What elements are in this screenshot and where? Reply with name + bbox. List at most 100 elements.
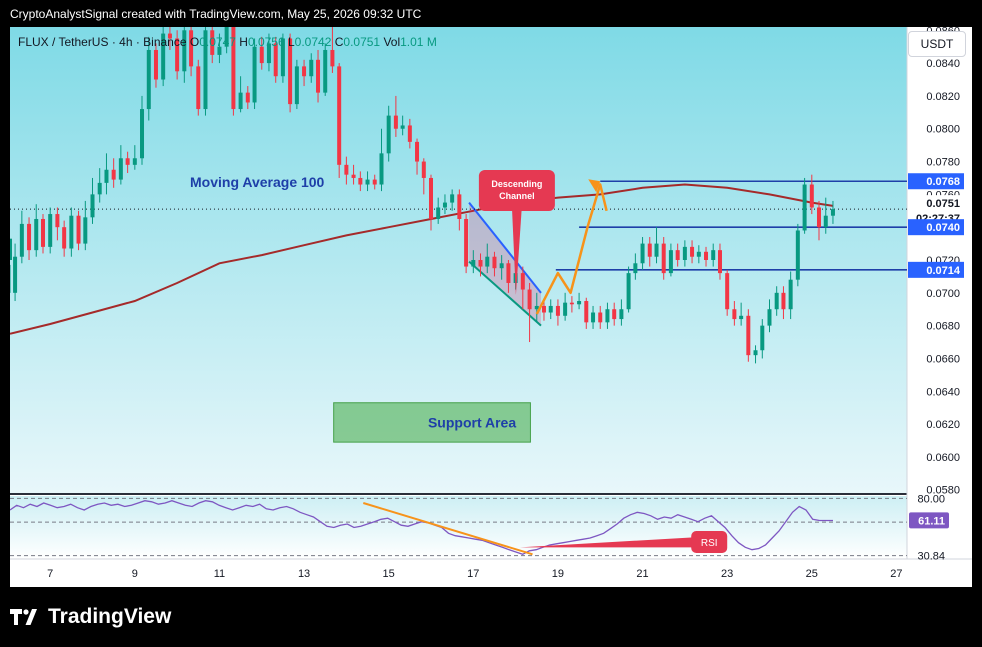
legend-open-value: 0.0747 (199, 35, 236, 49)
chart-canvas[interactable]: Support Area Moving Average 100 RSI 0.08… (10, 27, 972, 587)
candle-body (153, 49, 158, 80)
legend: FLUX / TetherUS · 4h · Binance O0.0747 H… (18, 35, 437, 49)
candle-body (407, 125, 412, 142)
candle-body (647, 243, 652, 257)
candle-body (457, 194, 462, 219)
price-tick-label: 0.0700 (926, 288, 960, 300)
candle-body (337, 66, 342, 165)
candle-body (351, 174, 356, 178)
candle-body (696, 251, 701, 257)
candle-body (767, 309, 772, 326)
time-tick-label: 9 (132, 568, 138, 580)
candle-body (104, 169, 109, 183)
channel-callout-line1: Descending (491, 179, 542, 189)
candle-body (76, 215, 81, 244)
candle-body (661, 243, 666, 274)
candle-body (69, 215, 74, 249)
candle-body (132, 158, 137, 165)
candle-body (62, 227, 67, 249)
candle-body (816, 207, 821, 228)
legend-low-value: 0.0742 (294, 35, 332, 49)
candle-body (358, 177, 363, 185)
price-tag-label: 0.0768 (926, 176, 960, 188)
header-attribution: CryptoAnalystSignal created with Trading… (10, 7, 422, 21)
chart-frame: Support Area Moving Average 100 RSI 0.08… (10, 27, 972, 587)
price-tick-label: 0.0820 (926, 91, 960, 103)
candle-body (415, 141, 420, 162)
candle-body (386, 115, 391, 154)
candle-body (365, 179, 370, 185)
time-tick-label: 27 (890, 568, 902, 580)
candle-body (450, 194, 455, 203)
candle-body (471, 260, 476, 267)
candle-body (492, 256, 497, 269)
candle-body (436, 207, 441, 219)
price-tag-label: 0.0740 (926, 222, 960, 234)
legend-low-label: L (287, 35, 295, 49)
candle-body (309, 59, 314, 77)
candle-body (626, 273, 631, 310)
time-axis-background (10, 559, 972, 587)
candle-body (591, 312, 596, 323)
candle-body (379, 153, 384, 185)
candle-body (499, 263, 504, 269)
candle-body (527, 289, 532, 310)
candle-body (795, 230, 800, 280)
candle-body (739, 315, 744, 320)
candle-body (118, 158, 123, 180)
legend-volume-label: Vol (383, 35, 401, 49)
candle-body (323, 49, 328, 93)
candle-body (690, 246, 695, 257)
candle-body (393, 115, 398, 129)
candle-body (809, 184, 814, 208)
candle-body (252, 46, 257, 103)
candle-body (577, 301, 582, 305)
candle-body (294, 66, 299, 105)
candle-body (548, 305, 553, 313)
candle-body (19, 223, 24, 257)
candle-body (428, 177, 433, 219)
candle-body (245, 92, 250, 103)
candle-body (238, 92, 243, 110)
candle-body (555, 305, 560, 316)
candle-body (330, 49, 335, 67)
time-tick-label: 17 (467, 568, 479, 580)
candle-body (619, 309, 624, 320)
price-tick-label: 0.0660 (926, 353, 960, 365)
candle-body (140, 109, 145, 159)
price-tag-label: 0.0714 (926, 265, 961, 277)
candle-body (90, 194, 95, 218)
candle-body (830, 209, 835, 216)
candle-body (97, 182, 102, 195)
time-tick-label: 13 (298, 568, 310, 580)
candle-body (569, 302, 574, 305)
candle-body (372, 179, 377, 185)
candle-body (259, 46, 264, 64)
candle-body (485, 256, 490, 267)
tradingview-logo-text: TradingView (48, 605, 172, 628)
candle-body (146, 49, 151, 110)
time-tick-label: 15 (383, 568, 395, 580)
candle-body (711, 250, 716, 260)
price-tick-label: 0.0600 (926, 452, 960, 464)
price-tick-label: 0.0800 (926, 124, 960, 136)
rsi-callout-label: RSI (701, 538, 718, 549)
price-tick-label: 0.0780 (926, 157, 960, 169)
candle-body (788, 279, 793, 310)
tradingview-logo: TradingView (10, 605, 171, 629)
currency-button[interactable]: USDT (908, 31, 966, 57)
candle-body (302, 66, 307, 77)
time-tick-label: 7 (47, 568, 53, 580)
time-tick-label: 11 (214, 568, 225, 580)
candle-body (682, 246, 687, 260)
candle-body (640, 243, 645, 264)
time-tick-label: 23 (721, 568, 733, 580)
rsi-tick-label: 80.00 (917, 493, 945, 505)
candle-body (27, 223, 32, 251)
candle-body (478, 260, 483, 267)
candle-body (196, 66, 201, 110)
tradingview-logo-icon (10, 609, 37, 625)
candle-body (41, 218, 46, 247)
candle-body (111, 169, 116, 180)
candle-body (774, 292, 779, 310)
